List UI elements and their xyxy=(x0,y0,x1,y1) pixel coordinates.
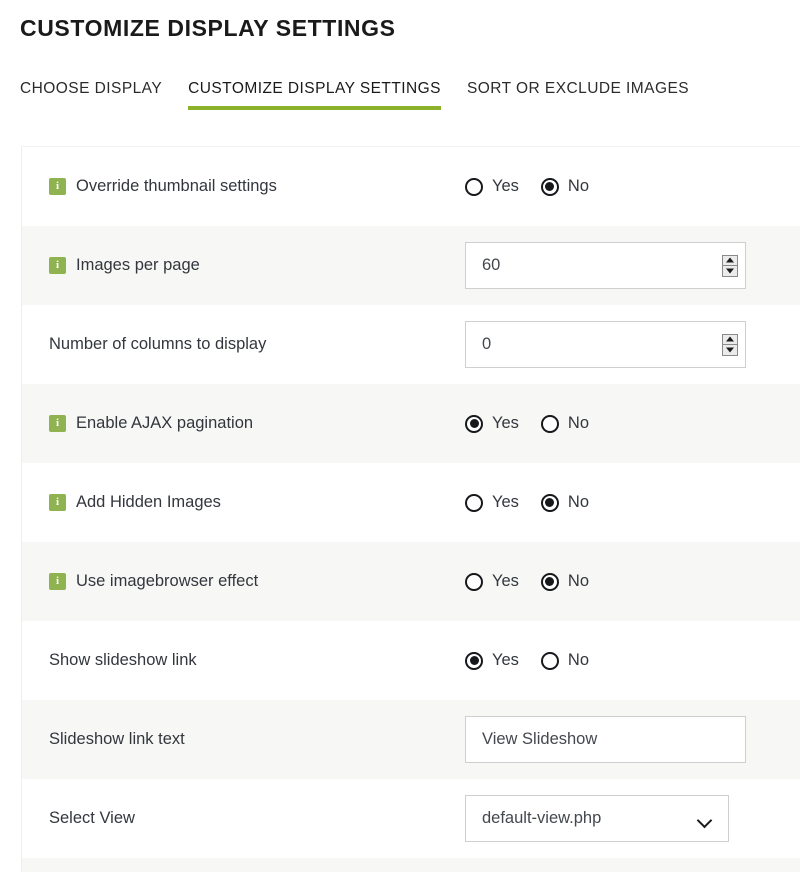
setting-label-cell: Images per page xyxy=(22,256,443,275)
radio-button[interactable] xyxy=(465,493,483,512)
settings-table: Override thumbnail settings Yes No Images p… xyxy=(21,146,800,872)
page-title: Customize Display Settings xyxy=(20,15,396,41)
setting-control-cell: Yes No xyxy=(443,651,800,670)
radio-yes-use-imagebrowser-effect[interactable]: Yes xyxy=(465,572,519,591)
radio-no-add-hidden-images[interactable]: No xyxy=(540,493,590,512)
info-icon[interactable] xyxy=(49,415,66,432)
setting-label-cell: Add Hidden Images xyxy=(22,493,443,512)
setting-control-cell: Yes No xyxy=(443,572,800,591)
radio-group-add-hidden-images: Yes No xyxy=(465,493,589,512)
radio-no-override-thumbnail-settings[interactable]: No xyxy=(540,177,590,196)
setting-label-cell: Override thumbnail settings xyxy=(22,177,443,196)
tab-customize-display-settings[interactable]: Customize display settings xyxy=(188,80,441,110)
radio-yes-override-thumbnail-settings[interactable]: Yes xyxy=(465,177,519,196)
settings-row-use-imagebrowser-effect: Use imagebrowser effect Yes No xyxy=(22,542,800,621)
info-icon[interactable] xyxy=(49,573,66,590)
radio-button[interactable] xyxy=(540,493,559,512)
info-icon[interactable] xyxy=(49,257,66,274)
radio-label: No xyxy=(567,493,590,511)
settings-row-override-thumbnail-settings: Override thumbnail settings Yes No xyxy=(22,147,800,226)
info-icon[interactable] xyxy=(49,494,66,511)
radio-yes-enable-ajax-pagination[interactable]: Yes xyxy=(465,414,519,433)
setting-label: Use imagebrowser effect xyxy=(76,572,259,590)
radio-label: No xyxy=(567,414,590,432)
spinner-down-icon[interactable] xyxy=(723,345,737,355)
setting-control-cell: default-view.php xyxy=(443,795,800,842)
radio-label: No xyxy=(567,651,590,669)
radio-button[interactable] xyxy=(465,177,483,196)
setting-label-cell: Use imagebrowser effect xyxy=(22,572,443,591)
radio-group-show-slideshow-link: Yes No xyxy=(465,651,589,670)
chevron-down-icon[interactable] xyxy=(698,815,711,823)
number-input-number-of-columns-to-display[interactable]: 0 xyxy=(465,321,746,368)
radio-button[interactable] xyxy=(465,414,483,433)
radio-label: No xyxy=(567,177,590,195)
display-settings-page: Customize Display Settings Choose displa… xyxy=(0,0,800,872)
radio-yes-add-hidden-images[interactable]: Yes xyxy=(465,493,519,512)
tab-sort-or-exclude-images[interactable]: Sort or exclude images xyxy=(467,80,689,110)
radio-button[interactable] xyxy=(465,572,483,591)
tab-choose-display[interactable]: Choose display xyxy=(20,80,162,110)
radio-group-enable-ajax-pagination: Yes No xyxy=(465,414,589,433)
radio-label: Yes xyxy=(492,414,519,432)
settings-row-slideshow-link-text: Slideshow link text View Slideshow xyxy=(22,700,800,779)
info-icon[interactable] xyxy=(49,178,66,195)
setting-label-cell: Slideshow link text xyxy=(22,730,443,749)
radio-label: Yes xyxy=(492,651,519,669)
radio-label: Yes xyxy=(492,572,519,590)
settings-row-show-slideshow-link: Show slideshow link Yes No xyxy=(22,621,800,700)
number-spinner[interactable] xyxy=(722,254,738,277)
setting-label: Number of columns to display xyxy=(49,335,267,353)
setting-label-cell: Show slideshow link xyxy=(22,651,443,670)
radio-label: Yes xyxy=(492,177,519,195)
radio-button[interactable] xyxy=(540,651,559,670)
settings-row-number-of-columns-to-display: Number of columns to display 0 xyxy=(22,305,800,384)
select-select-view[interactable]: default-view.php xyxy=(465,795,729,842)
input-value: 0 xyxy=(482,335,492,353)
radio-label: No xyxy=(567,572,590,590)
radio-button[interactable] xyxy=(540,572,559,591)
spinner-up-icon[interactable] xyxy=(723,335,737,345)
radio-group-use-imagebrowser-effect: Yes No xyxy=(465,572,589,591)
setting-control-cell: 60 xyxy=(443,242,800,289)
settings-row-legacy-old-templates: Legacy (Old) TemplatesNo template select… xyxy=(22,858,800,872)
setting-label: Enable AJAX pagination xyxy=(76,414,254,432)
setting-label: Show slideshow link xyxy=(49,651,197,669)
setting-control-cell: View Slideshow xyxy=(443,716,800,763)
setting-control-cell: Yes No xyxy=(443,177,800,196)
setting-label-cell: Number of columns to display xyxy=(22,335,443,354)
input-value: View Slideshow xyxy=(482,730,598,748)
spinner-up-icon[interactable] xyxy=(723,256,737,266)
settings-row-enable-ajax-pagination: Enable AJAX pagination Yes No xyxy=(22,384,800,463)
setting-control-cell: 0 xyxy=(443,321,800,368)
radio-button[interactable] xyxy=(540,414,559,433)
setting-label: Add Hidden Images xyxy=(76,493,221,511)
radio-no-show-slideshow-link[interactable]: No xyxy=(540,651,590,670)
settings-row-add-hidden-images: Add Hidden Images Yes No xyxy=(22,463,800,542)
setting-label: Slideshow link text xyxy=(49,730,185,748)
radio-yes-show-slideshow-link[interactable]: Yes xyxy=(465,651,519,670)
radio-no-enable-ajax-pagination[interactable]: No xyxy=(540,414,590,433)
text-input-slideshow-link-text[interactable]: View Slideshow xyxy=(465,716,746,763)
setting-label-cell: Enable AJAX pagination xyxy=(22,414,443,433)
input-value: 60 xyxy=(482,256,501,274)
radio-label: Yes xyxy=(492,493,519,511)
radio-group-override-thumbnail-settings: Yes No xyxy=(465,177,589,196)
number-input-images-per-page[interactable]: 60 xyxy=(465,242,746,289)
setting-control-cell: Yes No xyxy=(443,414,800,433)
tab-bar: Choose display Customize display settings… xyxy=(20,80,689,110)
number-spinner[interactable] xyxy=(722,333,738,356)
setting-label: Select View xyxy=(49,809,135,827)
spinner-down-icon[interactable] xyxy=(723,266,737,276)
select-value: default-view.php xyxy=(482,809,602,827)
settings-row-images-per-page: Images per page 60 xyxy=(22,226,800,305)
setting-label-cell: Select View xyxy=(22,809,443,828)
settings-row-select-view: Select View default-view.php xyxy=(22,779,800,858)
radio-button[interactable] xyxy=(540,177,559,196)
radio-no-use-imagebrowser-effect[interactable]: No xyxy=(540,572,590,591)
setting-control-cell: Yes No xyxy=(443,493,800,512)
radio-button[interactable] xyxy=(465,651,483,670)
setting-label: Override thumbnail settings xyxy=(76,177,277,195)
setting-label: Images per page xyxy=(76,256,200,274)
